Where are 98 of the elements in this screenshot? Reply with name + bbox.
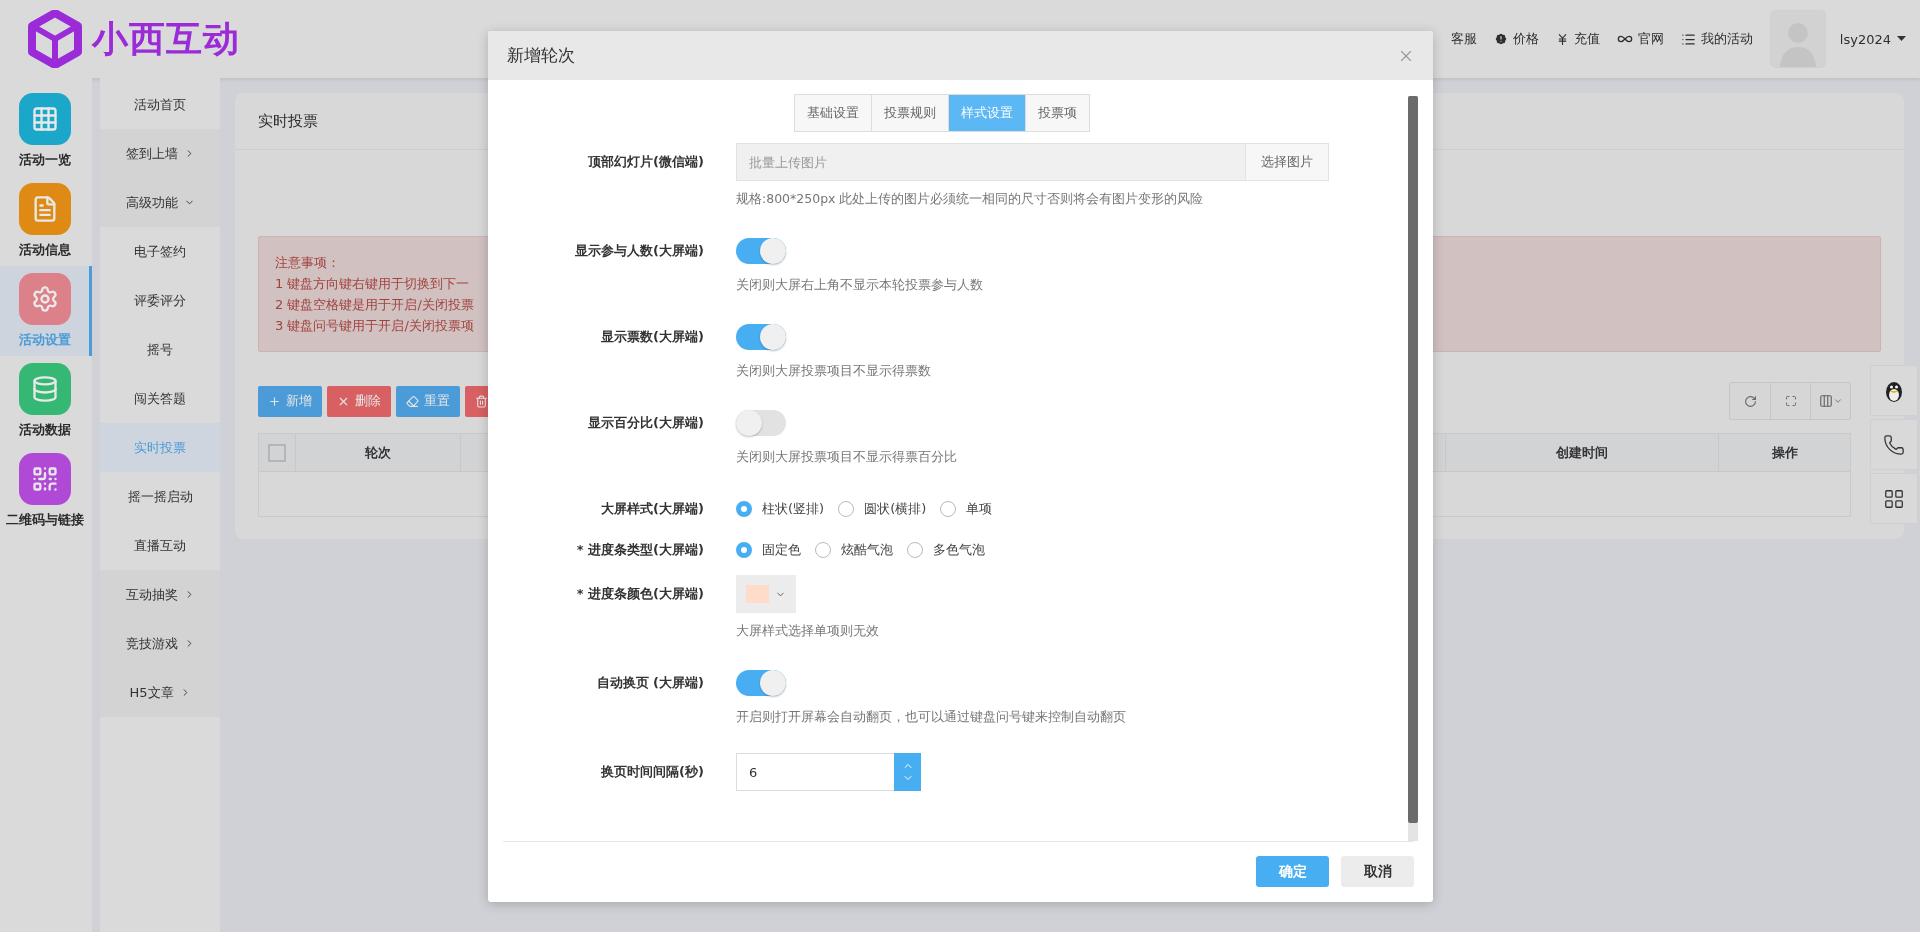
logo-text: 小西互动 <box>92 16 240 61</box>
eraser-icon <box>406 394 419 408</box>
radio-label: 单项 <box>966 500 993 518</box>
qr-button[interactable] <box>1870 473 1918 524</box>
list-icon <box>1680 31 1696 47</box>
radio-label: 固定色 <box>762 541 801 559</box>
column-header: 操作 <box>1718 434 1850 471</box>
field-label: 顶部幻灯片(微信端) <box>587 153 704 171</box>
sidebar-item[interactable]: 二维码与链接 <box>0 446 92 536</box>
number-field[interactable]: 6 <box>736 753 894 791</box>
submenu-item[interactable]: 高级功能 <box>100 178 220 227</box>
field-label: * 进度条类型(大屏端) <box>575 541 704 559</box>
field-label: * 进度条颜色(大屏端) <box>575 585 704 603</box>
upload-field[interactable]: 批量上传图片 <box>736 143 1245 181</box>
scrollbar[interactable] <box>1408 96 1418 841</box>
submenu-item[interactable]: 互动抽奖 <box>100 570 220 619</box>
sidebar-label: 活动设置 <box>18 331 71 349</box>
grid-icon <box>1883 487 1905 510</box>
field-label: 大屏样式(大屏端) <box>600 500 704 518</box>
field-label: 换页时间间隔(秒) <box>600 763 704 781</box>
field-hint: 开启则打开屏幕会自动翻页，也可以通过键盘问号键来控制自动翻页 <box>736 709 1126 726</box>
notice-line: 2 键盘空格键是用于开启/关闭投票 <box>275 296 474 314</box>
color-picker[interactable] <box>736 575 796 613</box>
toggle-switch[interactable] <box>736 238 786 264</box>
qr-code-icon <box>30 465 59 493</box>
sidebar-item[interactable]: 活动一览 <box>0 86 92 176</box>
field-label: 显示参与人数(大屏端) <box>574 242 704 260</box>
trash-icon <box>475 394 488 408</box>
radio-button[interactable] <box>907 542 923 558</box>
submenu-item[interactable]: 签到上墙 <box>100 129 220 178</box>
tab[interactable]: 基础设置 <box>794 94 872 132</box>
radio-option[interactable]: 固定色 <box>736 541 801 559</box>
user-menu[interactable]: lsy2024 <box>1839 31 1906 47</box>
cube-logo-icon <box>28 10 82 68</box>
radio-label: 多色气泡 <box>933 541 985 559</box>
plus-icon <box>268 394 281 408</box>
submenu-item[interactable]: H5文章 <box>100 668 220 717</box>
radio-option[interactable]: 圆状(横排) <box>838 500 927 518</box>
submenu-item[interactable]: 竞技游戏 <box>100 619 220 668</box>
radio-option[interactable]: 单项 <box>940 500 993 518</box>
radio-label: 炫酷气泡 <box>841 541 893 559</box>
field-hint: 关闭则大屏投票项目不显示得票数 <box>736 363 931 380</box>
nav-link[interactable]: 价格 <box>1493 30 1539 48</box>
toggle-switch[interactable] <box>736 670 786 696</box>
field-hint: 规格:800*250px 此处上传的图片必须统一相同的尺寸否则将会有图片变形的风险 <box>736 191 1204 208</box>
settings-icon <box>30 285 59 313</box>
sidebar-item[interactable]: 活动数据 <box>0 356 92 446</box>
sidebar-label: 二维码与链接 <box>5 511 84 529</box>
chevron-down-icon <box>1832 396 1843 406</box>
field-hint: 大屏样式选择单项则无效 <box>736 623 879 640</box>
field-hint: 关闭则大屏右上角不显示本轮投票参与人数 <box>736 277 983 294</box>
field-label: 显示百分比(大屏端) <box>587 414 704 432</box>
notice-line: 1 键盘方向键右键用于切换到下一 <box>275 275 470 293</box>
radio-button[interactable] <box>940 501 957 517</box>
radio-option[interactable]: 多色气泡 <box>907 541 985 559</box>
field-hint: 关闭则大屏投票项目不显示得票百分比 <box>736 449 957 466</box>
field-label: 自动换页 (大屏端) <box>595 674 704 692</box>
radio-label: 柱状(竖排) <box>762 500 825 518</box>
database-icon <box>30 375 59 403</box>
sidebar-label: 活动数据 <box>18 421 71 439</box>
radio-option[interactable]: 柱状(竖排) <box>736 500 825 518</box>
grid-icon <box>30 105 59 133</box>
cancel-button[interactable]: 取消 <box>1341 856 1414 887</box>
refresh-icon <box>1743 394 1757 408</box>
stepper-button[interactable] <box>894 753 921 791</box>
field-label: 显示票数(大屏端) <box>600 328 704 346</box>
tab[interactable]: 投票项 <box>1025 94 1090 132</box>
radio-button[interactable] <box>838 501 855 517</box>
nav-link[interactable]: 我的活动 <box>1680 30 1753 48</box>
penguin-button[interactable] <box>1870 365 1918 416</box>
notice-line: 3 键盘问号键用于开启/关闭投票项 <box>275 317 474 335</box>
badge-icon <box>1493 32 1508 46</box>
sidebar-label: 活动一览 <box>18 151 71 169</box>
columns-icon <box>1818 394 1833 408</box>
radio-button[interactable] <box>736 542 752 558</box>
nav-link[interactable]: 客服 <box>1450 30 1477 48</box>
nav-link[interactable]: 充值 <box>1555 30 1600 48</box>
caret-icon <box>1897 36 1906 42</box>
dialog-title: 新增轮次 <box>507 44 575 67</box>
column-header: 创建时间 <box>1445 434 1718 471</box>
toggle-switch[interactable] <box>736 324 786 350</box>
phone-button[interactable] <box>1870 419 1918 470</box>
phone-icon <box>1883 433 1905 456</box>
radio-button[interactable] <box>736 501 752 517</box>
toggle-switch[interactable] <box>736 410 786 436</box>
notice-line: 注意事项： <box>275 254 340 272</box>
columns-button[interactable] <box>1810 383 1850 419</box>
nav-link[interactable]: 官网 <box>1616 30 1664 48</box>
column-header: 轮次 <box>295 434 460 471</box>
fullscreen-icon <box>1784 395 1797 407</box>
radio-option[interactable]: 炫酷气泡 <box>815 541 893 559</box>
radio-label: 圆状(横排) <box>864 500 927 518</box>
radio-button[interactable] <box>815 542 831 558</box>
choose-image-button[interactable]: 选择图片 <box>1245 143 1329 181</box>
select-all-checkbox[interactable] <box>268 443 286 462</box>
sidebar-label: 活动信息 <box>18 241 71 259</box>
tab[interactable]: 投票规则 <box>871 94 949 132</box>
sidebar-item[interactable]: 活动信息 <box>0 176 92 266</box>
